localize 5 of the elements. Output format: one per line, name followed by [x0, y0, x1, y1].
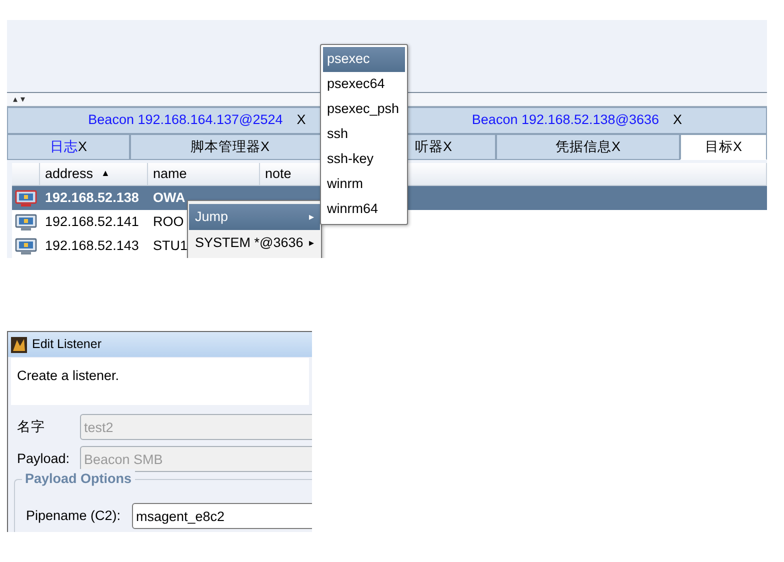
- description-text: Create a listener.: [17, 367, 120, 385]
- field-label: 名字: [17, 418, 46, 436]
- field-label: Pipename (C2):: [25, 506, 122, 525]
- window-title: Edit Listener: [32, 336, 102, 354]
- field-label: Payload:: [17, 450, 71, 468]
